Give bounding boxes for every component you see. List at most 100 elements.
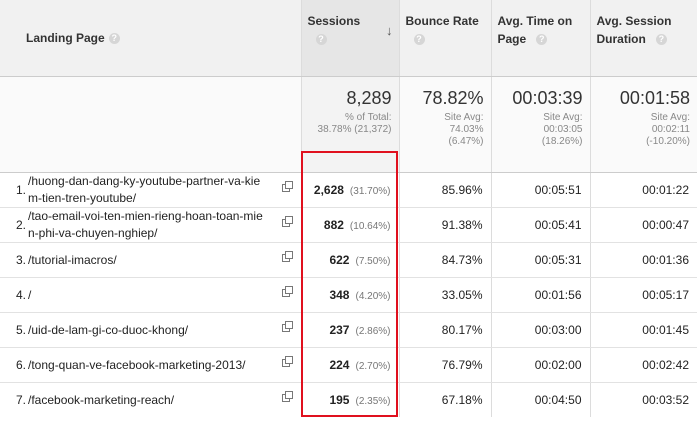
sessions-value: 224 xyxy=(329,358,350,372)
bounce-rate-cell: 85.96% xyxy=(398,172,491,208)
sessions-percent: (2.35%) xyxy=(355,396,391,407)
summary-row: 8,289 % of Total: 38.78% (21,372) 78.82%… xyxy=(0,76,697,173)
landing-page-column-header[interactable]: Landing Page? xyxy=(0,0,301,77)
sessions-value: 2,628 xyxy=(313,183,344,197)
summary-bounce-rate-delta: (6.47%) xyxy=(448,136,484,147)
sessions-value: 882 xyxy=(323,218,344,232)
bounce-rate-cell: 91.38% xyxy=(398,207,491,243)
open-external-icon[interactable] xyxy=(281,181,293,192)
landing-page-report-table: Landing Page? Sessions ? ↓ Bounce Rate ?… xyxy=(0,0,697,417)
table-row: 1. /huong-dan-dang-ky-youtube-partner-va… xyxy=(0,172,697,208)
summary-avg-time-value: 00:03:39 xyxy=(512,88,583,108)
bounce-rate-cell: 33.05% xyxy=(398,277,491,313)
landing-page-cell: 1. /huong-dan-dang-ky-youtube-partner-va… xyxy=(0,172,301,208)
sessions-value: 237 xyxy=(329,323,350,337)
landing-page-cell: 3. /tutorial-imacros/ xyxy=(0,242,301,278)
open-external-icon[interactable] xyxy=(281,251,293,262)
sort-descending-icon[interactable]: ↓ xyxy=(386,22,393,40)
summary-avg-time-avg: 00:03:05 xyxy=(543,124,583,135)
row-index: 1. xyxy=(16,183,27,197)
avg-time-cell: 00:05:41 xyxy=(490,207,590,243)
summary-sessions: 8,289 % of Total: 38.78% (21,372) xyxy=(300,76,399,173)
landing-page-link[interactable]: /tao-email-voi-ten-mien-rieng-hoan-toan-… xyxy=(28,208,264,242)
summary-avg-time-label: Site Avg: xyxy=(543,112,583,123)
landing-page-link[interactable]: /tong-quan-ve-facebook-marketing-2013/ xyxy=(28,357,264,374)
landing-page-cell: 4. / xyxy=(0,277,301,313)
landing-page-cell: 7. /facebook-marketing-reach/ xyxy=(0,383,301,418)
bounce-rate-cell: 67.18% xyxy=(398,382,491,417)
avg-session-cell: 00:01:45 xyxy=(589,312,697,348)
open-external-icon[interactable] xyxy=(281,286,293,297)
avg-session-column-header[interactable]: Avg. Session Duration? xyxy=(589,0,697,77)
summary-sessions-value: 8,289 xyxy=(346,88,392,108)
landing-page-cell: 2. /tao-email-voi-ten-mien-rieng-hoan-to… xyxy=(0,207,301,243)
help-icon[interactable]: ? xyxy=(655,34,667,46)
sessions-percent: (31.70%) xyxy=(349,186,391,197)
avg-time-cell: 00:05:31 xyxy=(490,242,590,278)
help-icon[interactable]: ? xyxy=(536,34,548,46)
summary-bounce-rate-label: Site Avg: xyxy=(444,112,484,123)
avg-time-cell: 00:05:51 xyxy=(490,172,590,208)
help-icon[interactable]: ? xyxy=(413,34,425,46)
sessions-cell: 348 (4.20%) xyxy=(300,277,399,313)
summary-avg-session-value: 00:01:58 xyxy=(619,88,690,108)
avg-session-header-line2: Duration xyxy=(596,32,646,46)
row-index: 7. xyxy=(16,393,27,407)
sessions-cell: 2,628 (31.70%) xyxy=(300,172,399,208)
table-row: 4. / 348 (4.20%) 33.05% 00:01:56 00:05:17 xyxy=(0,277,697,313)
avg-time-header-line2: Page xyxy=(497,32,527,46)
help-icon[interactable]: ? xyxy=(108,33,120,45)
bounce-rate-column-header[interactable]: Bounce Rate ? xyxy=(398,0,491,77)
avg-time-header-line1: Avg. Time on xyxy=(497,14,573,28)
sessions-value: 195 xyxy=(329,393,350,407)
summary-avg-session-avg: 00:02:11 xyxy=(651,124,690,135)
table-row: 3. /tutorial-imacros/ 622 (7.50%) 84.73% … xyxy=(0,242,697,278)
bounce-rate-cell: 76.79% xyxy=(398,347,491,383)
help-icon[interactable]: ? xyxy=(315,34,327,46)
bounce-rate-cell: 80.17% xyxy=(398,312,491,348)
summary-bounce-rate: 78.82% Site Avg: 74.03% (6.47%) xyxy=(398,76,491,173)
landing-page-link[interactable]: /huong-dan-dang-ky-youtube-partner-va-ki… xyxy=(28,173,264,207)
open-external-icon[interactable] xyxy=(281,356,293,367)
landing-page-cell: 6. /tong-quan-ve-facebook-marketing-2013… xyxy=(0,347,301,383)
summary-avg-session-delta: (-10.20%) xyxy=(646,136,690,147)
sessions-percent: (4.20%) xyxy=(355,291,391,302)
avg-session-cell: 00:02:42 xyxy=(589,347,697,383)
landing-page-link[interactable]: /facebook-marketing-reach/ xyxy=(28,392,264,409)
avg-session-cell: 00:03:52 xyxy=(589,382,697,417)
avg-session-cell: 00:01:22 xyxy=(589,172,697,208)
sessions-value: 622 xyxy=(329,253,350,267)
summary-avg-time: 00:03:39 Site Avg: 00:03:05 (18.26%) xyxy=(490,76,590,173)
avg-time-column-header[interactable]: Avg. Time on Page? xyxy=(490,0,590,77)
sessions-cell: 195 (2.35%) xyxy=(300,382,399,417)
summary-empty-cell xyxy=(0,76,301,173)
open-external-icon[interactable] xyxy=(281,391,293,402)
landing-page-link[interactable]: /uid-de-lam-gi-co-duoc-khong/ xyxy=(28,322,264,339)
avg-session-cell: 00:00:47 xyxy=(589,207,697,243)
landing-page-link[interactable]: / xyxy=(28,287,264,304)
summary-avg-time-delta: (18.26%) xyxy=(541,136,583,147)
sessions-percent: (2.70%) xyxy=(355,361,391,372)
table-row: 7. /facebook-marketing-reach/ 195 (2.35%)… xyxy=(0,382,697,418)
bounce-rate-cell: 84.73% xyxy=(398,242,491,278)
open-external-icon[interactable] xyxy=(281,216,293,227)
summary-avg-session: 00:01:58 Site Avg: 00:02:11 (-10.20%) xyxy=(589,76,697,173)
open-external-icon[interactable] xyxy=(281,321,293,332)
summary-bounce-rate-value: 78.82% xyxy=(422,88,484,108)
table-row: 6. /tong-quan-ve-facebook-marketing-2013… xyxy=(0,347,697,383)
sessions-cell: 882 (10.64%) xyxy=(300,207,399,243)
landing-page-link[interactable]: /tutorial-imacros/ xyxy=(28,252,264,269)
sessions-column-header[interactable]: Sessions ? ↓ xyxy=(300,0,399,77)
row-index: 5. xyxy=(16,323,27,337)
avg-time-cell: 00:03:00 xyxy=(490,312,590,348)
row-index: 6. xyxy=(16,358,27,372)
row-index: 2. xyxy=(16,218,27,232)
avg-time-cell: 00:01:56 xyxy=(490,277,590,313)
sessions-percent: (7.50%) xyxy=(355,256,391,267)
table-row: 2. /tao-email-voi-ten-mien-rieng-hoan-to… xyxy=(0,207,697,243)
avg-time-cell: 00:04:50 xyxy=(490,382,590,417)
table-row: 5. /uid-de-lam-gi-co-duoc-khong/ 237 (2.8… xyxy=(0,312,697,348)
bounce-rate-header-label: Bounce Rate xyxy=(405,14,479,28)
summary-bounce-rate-avg: 74.03% xyxy=(449,124,484,135)
avg-session-cell: 00:01:36 xyxy=(589,242,697,278)
